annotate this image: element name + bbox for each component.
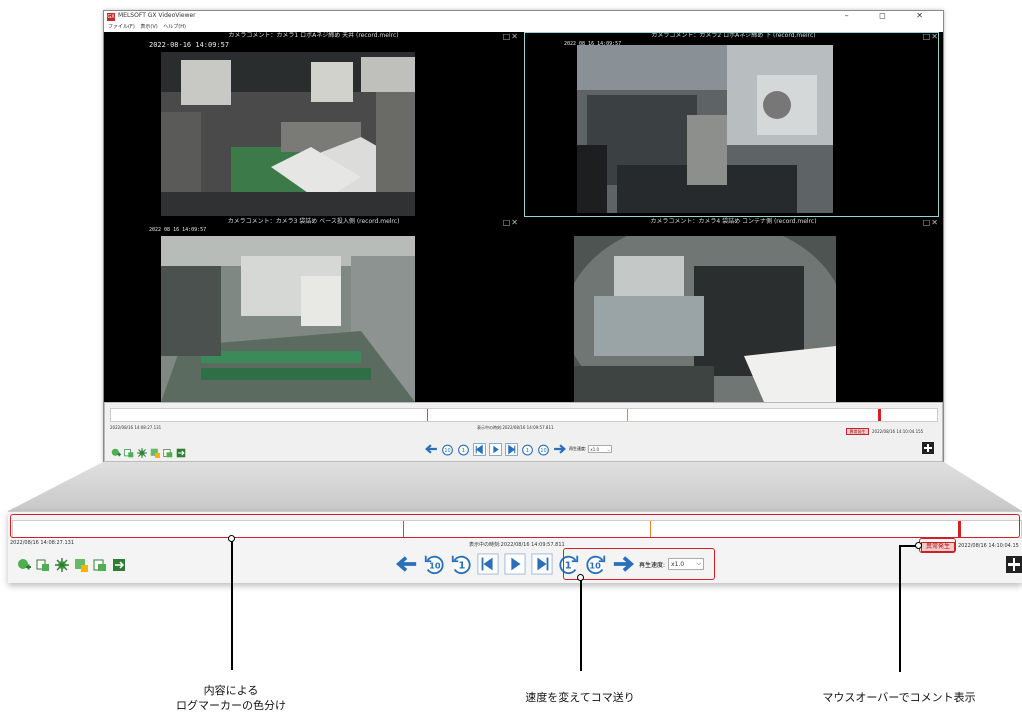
forward-arrow-icon[interactable]	[553, 443, 566, 455]
start-time: 2022/08/16 14:08:27.131	[10, 540, 74, 546]
callout-line-marker-h	[899, 545, 916, 547]
camera-image	[577, 45, 833, 213]
marker-highlight	[919, 538, 956, 553]
log-marker-tooltip[interactable]: 異常発生	[846, 428, 869, 435]
small-playback-controls: 10 1 1 10 再生速度: x1.0 ⌵	[425, 442, 613, 456]
video-area: カメラコメント：カメラ1 ロボAネジ締め 天井 (record.melrc) □…	[104, 32, 943, 402]
back-arrow-icon[interactable]	[425, 443, 438, 455]
svg-text:10: 10	[540, 448, 546, 454]
back-arrow-icon[interactable]	[396, 554, 418, 574]
capture-icon[interactable]	[124, 443, 134, 458]
callout-line-timeline	[231, 541, 233, 670]
log-marker-green[interactable]	[427, 409, 428, 421]
speed-label: 再生速度:	[569, 446, 587, 451]
caption-marker: マウスオーバーでコメント表示	[822, 691, 976, 704]
settings-icon[interactable]	[137, 443, 147, 458]
title-bar: GX MELSOFT GX VideoViewer – ◻ ✕	[104, 11, 943, 23]
window-controls[interactable]: – ◻ ✕	[845, 11, 937, 20]
play-icon[interactable]	[504, 553, 526, 575]
capture-icon[interactable]	[36, 557, 50, 571]
log-marker-red[interactable]	[878, 409, 881, 421]
svg-text:1: 1	[462, 448, 465, 454]
log-marker-orange[interactable]	[627, 409, 628, 421]
marker-edit-icon[interactable]	[150, 443, 160, 458]
menu-bar: ファイル(F) 表示(V) ヘルプ(H)	[104, 23, 943, 32]
timeline-highlight	[10, 514, 1020, 538]
speed-select[interactable]: x1.0 ⌵	[588, 445, 613, 453]
menu-help[interactable]: ヘルプ(H)	[163, 23, 186, 30]
panel-window-buttons[interactable]: □✕	[503, 218, 519, 227]
callout-dot-marker	[915, 542, 922, 549]
svg-text:1: 1	[458, 561, 465, 572]
panel-timestamp: 2022-08-16 14:09:57	[149, 41, 230, 49]
fullscreen-icon[interactable]	[922, 442, 934, 454]
app-title: MELSOFT GX VideoViewer	[118, 12, 196, 19]
step-back-10-icon[interactable]: 10	[441, 443, 454, 456]
panel-comment: カメラコメント：カメラ1 ロボAネジ締め 天井 (record.melrc)	[228, 32, 399, 39]
video-panel-3[interactable]: カメラコメント：カメラ3 袋詰め ベース投入側 (record.melrc) □…	[104, 218, 523, 402]
sync-icon[interactable]	[176, 443, 186, 458]
menu-file[interactable]: ファイル(F)	[108, 23, 135, 30]
panel-comment: カメラコメント：カメラ4 袋詰め コンテナ側 (record.melrc)	[650, 218, 817, 225]
start-time: 2022/08/16 14:08:27.131	[110, 425, 162, 430]
control-panel: 2022/08/16 14:08:27.131 表示中の時刻:2022/08/1…	[104, 402, 943, 462]
panel-window-buttons[interactable]: □✕	[923, 218, 939, 227]
camera-image	[161, 52, 415, 216]
video-panel-2[interactable]: カメラコメント：カメラ2 ロボAネジ締め 下 (record.melrc) □✕…	[524, 32, 943, 217]
step-back-1-icon[interactable]: 1	[457, 443, 470, 456]
panel-timestamp: 2022 08 16 14:09:57	[149, 227, 207, 233]
video-panel-4[interactable]: カメラコメント：カメラ4 袋詰め コンテナ側 (record.melrc) □✕	[524, 218, 943, 402]
current-time: 表示中の時刻:2022/08/16 14:09:57.811	[477, 425, 554, 430]
marker-edit-icon[interactable]	[74, 557, 88, 572]
chevron-down-icon: ⌵	[607, 446, 611, 452]
end-time: 2022/08/16 14:10:04.15	[958, 543, 1019, 549]
export-icon[interactable]	[163, 443, 173, 458]
caption-speed: 速度を変えてコマ送り	[525, 691, 635, 704]
log-add-icon[interactable]	[111, 443, 121, 457]
video-panel-1[interactable]: カメラコメント：カメラ1 ロボAネジ締め 天井 (record.melrc) □…	[104, 32, 523, 217]
step-forward-10-icon[interactable]: 10	[537, 443, 550, 456]
frame-forward-icon[interactable]	[505, 442, 518, 456]
play-icon[interactable]	[489, 442, 502, 456]
frame-back-icon[interactable]	[477, 553, 499, 575]
step-back-1-icon[interactable]: 1	[450, 553, 472, 575]
end-time: 2022/08/16 14:10:04.155	[872, 429, 924, 434]
caption-timeline: 内容による ログマーカーの色分け	[176, 684, 286, 712]
sync-icon[interactable]	[112, 557, 126, 571]
app-window: GX MELSOFT GX VideoViewer – ◻ ✕ ファイル(F) …	[103, 10, 944, 462]
panel-window-buttons[interactable]: □✕	[503, 32, 519, 41]
svg-text:10: 10	[429, 561, 441, 571]
settings-icon[interactable]	[55, 557, 69, 572]
current-time: 表示中の時刻:2022/08/16 14:09:57.811	[469, 542, 565, 548]
frame-back-icon[interactable]	[473, 442, 486, 456]
camera-image	[161, 236, 415, 402]
speed-value: x1.0	[590, 446, 600, 452]
speed-highlight	[563, 548, 715, 580]
callout-line-marker-v	[899, 545, 901, 672]
export-icon[interactable]	[93, 557, 107, 571]
callout-line-speed	[580, 580, 582, 671]
menu-view[interactable]: 表示(V)	[140, 23, 157, 30]
svg-text:10: 10	[444, 448, 450, 454]
frame-forward-icon[interactable]	[531, 553, 553, 575]
timeline-bar[interactable]	[110, 408, 938, 422]
step-back-10-icon[interactable]: 10	[423, 553, 445, 575]
camera-image	[574, 236, 836, 402]
app-icon: GX	[107, 13, 115, 21]
log-add-icon[interactable]	[17, 557, 31, 571]
speed-control: 再生速度: x1.0 ⌵	[569, 445, 613, 453]
panel-comment: カメラコメント：カメラ3 袋詰め ベース投入側 (record.melrc)	[227, 218, 400, 225]
svg-text:1: 1	[526, 448, 529, 454]
step-forward-1-icon[interactable]: 1	[521, 443, 534, 456]
fullscreen-icon[interactable]	[1006, 556, 1022, 573]
